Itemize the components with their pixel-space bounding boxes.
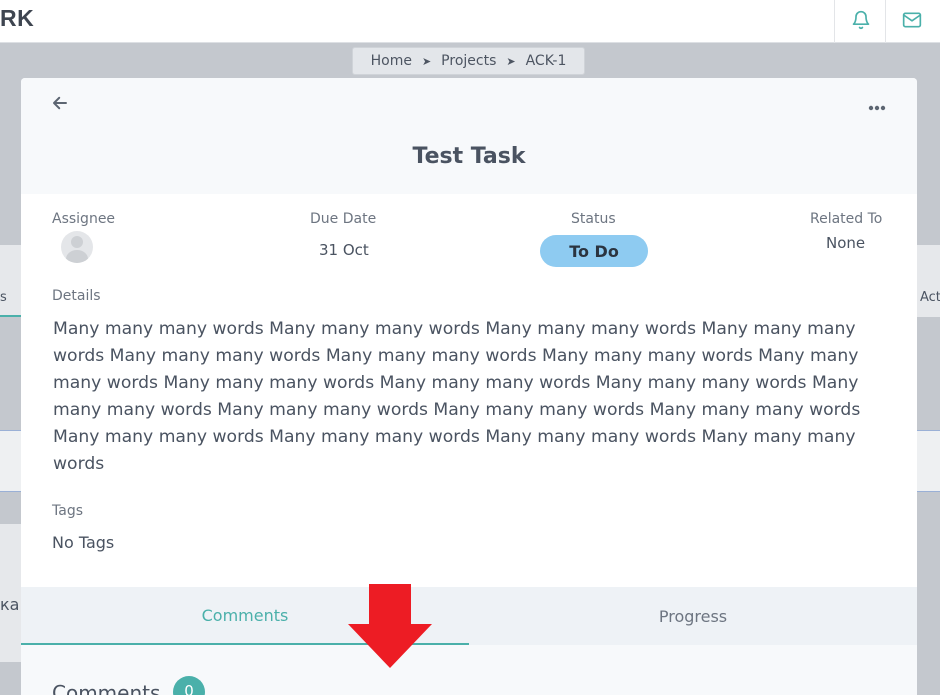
- status-badge[interactable]: To Do: [540, 235, 648, 267]
- mail-icon: [902, 10, 922, 34]
- more-options-button[interactable]: [863, 94, 891, 116]
- due-date-value[interactable]: 31 Oct: [319, 241, 369, 259]
- related-to-value[interactable]: None: [826, 234, 865, 252]
- details-label: Details: [52, 288, 101, 304]
- background-panel-fragment: [0, 524, 21, 662]
- comments-count-badge: 0: [173, 676, 205, 695]
- red-arrow-down-icon: [348, 584, 432, 668]
- breadcrumb-separator-icon: ➤: [421, 54, 432, 68]
- comments-section: Comments 0: [21, 645, 917, 695]
- background-row-fragment: [917, 430, 940, 492]
- due-date-label: Due Date: [310, 211, 377, 227]
- task-detail-modal: Test Task Assignee Due Date 31 Oct Statu…: [21, 78, 917, 695]
- tab-progress[interactable]: Progress: [469, 587, 917, 645]
- assignee-avatar[interactable]: [61, 231, 93, 263]
- assignee-label: Assignee: [52, 211, 116, 227]
- related-to-label: Related To: [810, 211, 883, 227]
- task-tabs: Comments Progress: [21, 587, 917, 645]
- comments-heading: Comments: [52, 681, 161, 695]
- modal-header: Test Task: [21, 78, 917, 194]
- task-title: Test Task: [412, 144, 526, 169]
- tags-label: Tags: [52, 503, 83, 519]
- background-text-fragment: ка: [0, 595, 20, 614]
- tags-value[interactable]: No Tags: [52, 533, 114, 552]
- breadcrumb-home[interactable]: Home: [371, 53, 412, 69]
- brand-logo-text: RK: [0, 5, 35, 31]
- background-tab-fragment: [0, 245, 21, 317]
- background-text-fragment: s: [0, 290, 7, 305]
- notifications-button[interactable]: [834, 0, 886, 43]
- details-text[interactable]: Many many many words Many many many word…: [53, 316, 883, 478]
- bell-icon: [851, 10, 871, 34]
- status-label: Status: [571, 211, 616, 227]
- messages-button[interactable]: [885, 0, 937, 43]
- top-header: RK: [0, 0, 940, 43]
- background-tab-fragment: [917, 245, 940, 317]
- back-button[interactable]: [49, 94, 71, 116]
- background-row-fragment: [0, 430, 21, 492]
- breadcrumb-projects[interactable]: Projects: [441, 53, 496, 69]
- arrow-left-icon: [51, 94, 69, 116]
- breadcrumb: Home ➤ Projects ➤ ACK-1: [352, 47, 585, 75]
- breadcrumb-separator-icon: ➤: [506, 54, 516, 68]
- more-horizontal-icon: [868, 96, 886, 115]
- background-text-fragment: Act: [920, 290, 940, 305]
- breadcrumb-current: ACK-1: [525, 53, 567, 69]
